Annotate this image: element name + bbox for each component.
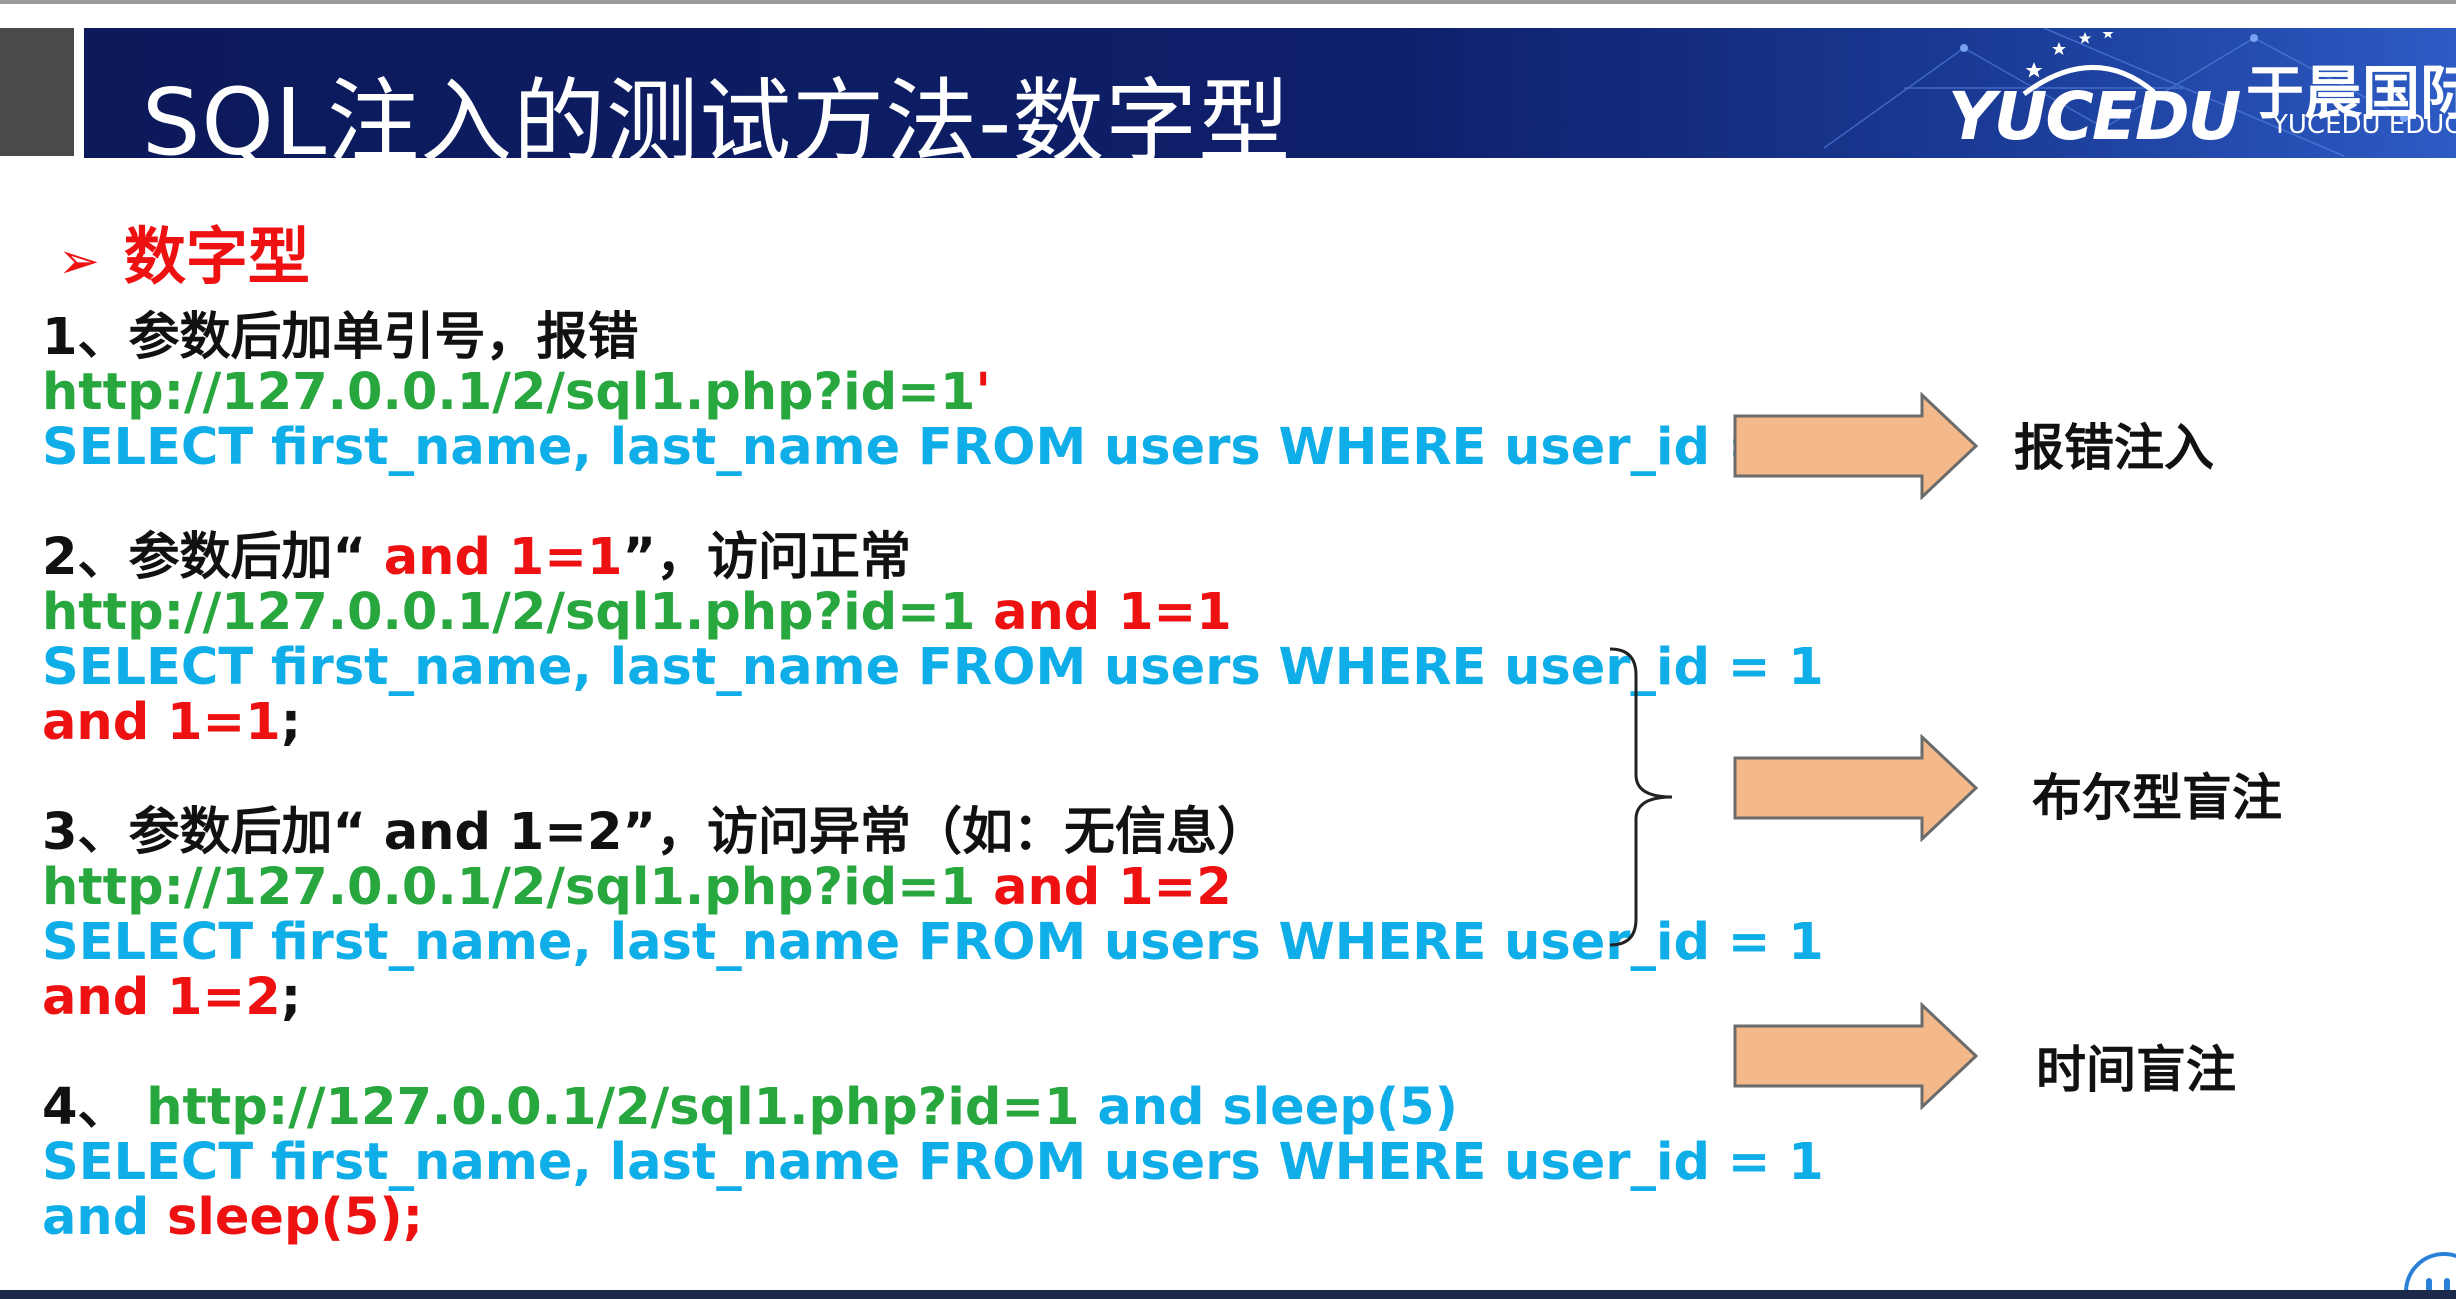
item-4-sql-and: and bbox=[42, 1188, 167, 1247]
item-2-url: http://127.0.0.1/2/sql1.php?id=1 and 1=1 bbox=[42, 587, 1232, 638]
item-2-url-payload: and 1=1 bbox=[993, 583, 1232, 642]
item-1-url: http://127.0.0.1/2/sql1.php?id=1' bbox=[42, 367, 991, 418]
arrow-right-icon bbox=[1733, 734, 1979, 842]
top-border bbox=[0, 0, 2456, 4]
item-2-sql-line2: and 1=1; bbox=[42, 697, 301, 748]
item-3-url-payload: and 1=2 bbox=[993, 858, 1232, 917]
arrow-right-icon bbox=[1733, 392, 1979, 500]
item-2-heading-pre: 2、参数后加“ bbox=[42, 528, 384, 587]
item-3-heading: 3、参数后加“ and 1=2”，访问异常（如：无信息） bbox=[42, 803, 1268, 862]
page-title: SQL注入的测试方法-数字型 bbox=[142, 69, 1292, 158]
label-boolean-blind: 布尔型盲注 bbox=[2032, 769, 2282, 827]
item-2-heading: 2、参数后加“ and 1=1”，访问正常 bbox=[42, 532, 911, 583]
logo-wordmark: YUCEDU bbox=[1948, 78, 2241, 155]
arrow-right-icon bbox=[1733, 1002, 1979, 1110]
logo-english-name: YUCEDU EDUCATION bbox=[2272, 110, 2456, 140]
item-3-sql-line2: and 1=2; bbox=[42, 972, 301, 1023]
item-2-sql-end: ; bbox=[280, 693, 302, 752]
item-1-sql: SELECT first_name, last_name FROM users … bbox=[42, 422, 1860, 473]
item-3-sql-end: ; bbox=[280, 968, 302, 1027]
item-3-sql: SELECT first_name, last_name FROM users … bbox=[42, 913, 1824, 972]
bottom-bar bbox=[0, 1290, 2456, 1299]
bullet-arrow-icon: ➢ bbox=[58, 232, 100, 290]
header-side-block bbox=[0, 28, 74, 156]
item-2-url-text: http://127.0.0.1/2/sql1.php?id=1 bbox=[42, 583, 994, 642]
item-2-heading-post: ”，访问正常 bbox=[622, 528, 911, 587]
section-heading: ➢ 数字型 bbox=[58, 206, 310, 296]
item-2-sql-payload: and 1=1 bbox=[42, 693, 281, 752]
item-1-url-text: http://127.0.0.1/2/sql1.php?id=1 bbox=[42, 363, 976, 422]
item-1-url-quote: ' bbox=[975, 363, 991, 422]
item-3-sql-payload: and 1=2 bbox=[42, 968, 281, 1027]
item-4-sql-line2: and sleep(5); bbox=[42, 1192, 423, 1243]
right-brace bbox=[1609, 647, 1673, 947]
label-error-injection: 报错注入 bbox=[2014, 419, 2214, 477]
section-title: 数字型 bbox=[123, 220, 310, 293]
item-3-url: http://127.0.0.1/2/sql1.php?id=1 and 1=2 bbox=[42, 862, 1232, 913]
item-2-sql: SELECT first_name, last_name FROM users … bbox=[42, 638, 1824, 697]
item-4-url-payload: and sleep(5) bbox=[1079, 1078, 1458, 1137]
item-4-url-text: http://127.0.0.1/2/sql1.php?id=1 bbox=[146, 1078, 1080, 1137]
label-time-blind: 时间盲注 bbox=[2036, 1041, 2236, 1099]
item-2-heading-red: and 1=1 bbox=[383, 528, 623, 587]
item-4-sql: SELECT first_name, last_name FROM users … bbox=[42, 1133, 1824, 1192]
item-1-heading: 1、参数后加单引号，报错 bbox=[42, 308, 639, 367]
item-4-line: 4、 http://127.0.0.1/2/sql1.php?id=1 and … bbox=[42, 1082, 1458, 1133]
item-4-number: 4、 bbox=[42, 1078, 147, 1137]
item-1-sql-text: SELECT first_name, last_name FROM users … bbox=[42, 418, 1824, 477]
item-3-url-text: http://127.0.0.1/2/sql1.php?id=1 bbox=[42, 858, 994, 917]
slide-header: SQL注入的测试方法-数字型 YUCEDU 于晨国际IT YUCEDU EDUC… bbox=[84, 28, 2456, 158]
item-4-sql-payload: sleep(5); bbox=[167, 1188, 424, 1247]
